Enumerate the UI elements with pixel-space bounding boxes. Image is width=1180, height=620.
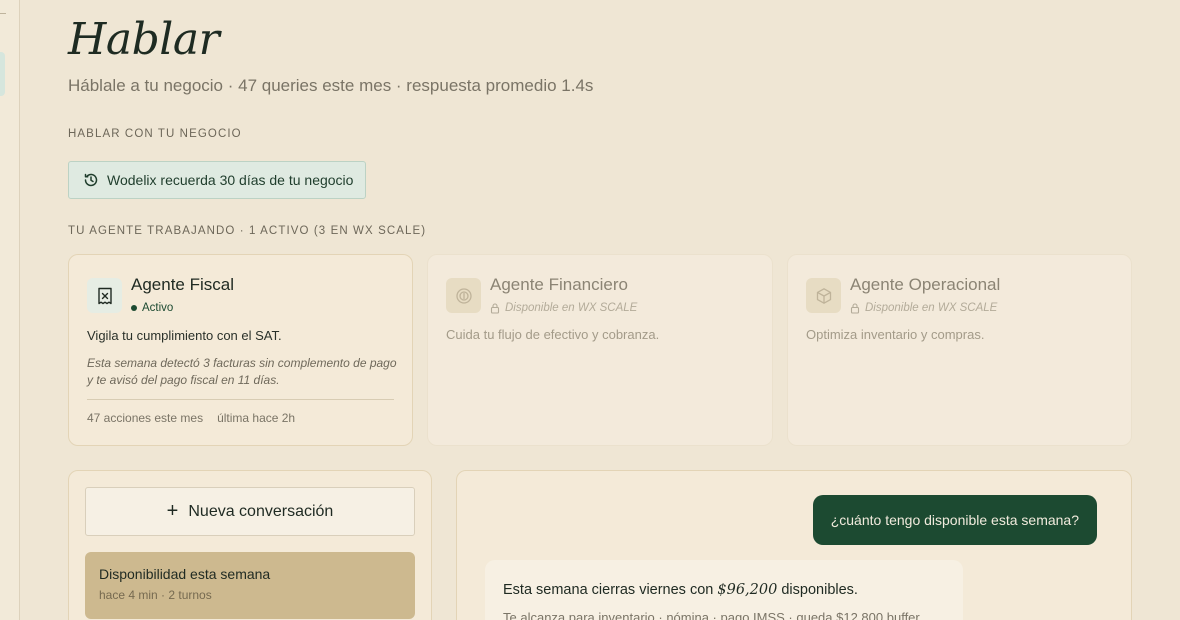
status-label: Activo	[142, 302, 174, 314]
talk-section-label: HABLAR CON TU NEGOCIO	[68, 128, 242, 140]
plus-icon: +	[166, 500, 179, 522]
sidebar-tick	[0, 13, 6, 14]
agent-status: Disponible en WX SCALE	[850, 302, 997, 314]
agents-row: Agente Fiscal Activo Vigila tu cumplimie…	[68, 254, 1132, 446]
agent-actions-count: 47 acciones este mes	[87, 411, 204, 425]
box-icon	[806, 278, 841, 313]
divider	[87, 399, 394, 400]
lock-icon	[850, 302, 860, 314]
page-title: Hablar	[68, 14, 220, 65]
status-dot	[131, 305, 137, 311]
history-icon	[84, 173, 98, 187]
status-label: Disponible en WX SCALE	[865, 302, 998, 314]
agent-last-action: última hace 2h	[217, 411, 296, 425]
agent-card-financiero[interactable]: Agente Financiero Disponible en WX SCALE…	[427, 254, 773, 446]
assistant-summary: Esta semana cierras viernes con $96,200 …	[503, 582, 945, 598]
assistant-suffix: disponibles.	[777, 582, 858, 598]
agent-description: Cuida tu flujo de efectivo y cobranza.	[446, 327, 660, 342]
agent-name: Agente Fiscal	[131, 275, 234, 294]
agent-status: Disponible en WX SCALE	[490, 302, 637, 314]
page-subtitle: Háblale a tu negocio · 47 queries este m…	[68, 76, 594, 95]
memory-pill[interactable]: Wodelix recuerda 30 días de tu negocio	[68, 161, 366, 199]
agent-card-operacional[interactable]: Agente Operacional Disponible en WX SCAL…	[787, 254, 1132, 446]
conversation-meta: hace 4 min · 2 turnos	[99, 588, 212, 602]
agent-name: Agente Financiero	[490, 275, 628, 294]
agent-stats: 47 acciones este mes última hace 2h	[87, 411, 295, 425]
agent-card-fiscal[interactable]: Agente Fiscal Activo Vigila tu cumplimie…	[68, 254, 413, 446]
main-content: Hablar Háblale a tu negocio · 47 queries…	[68, 0, 1132, 620]
new-conversation-button[interactable]: + Nueva conversación	[85, 487, 415, 536]
sidebar-edge	[0, 0, 20, 620]
agent-name: Agente Operacional	[850, 275, 1001, 294]
new-conversation-label: Nueva conversación	[188, 502, 334, 520]
receipt-icon	[87, 278, 122, 313]
assistant-detail: Te alcanza para inventario · nómina · pa…	[503, 610, 920, 620]
conversations-panel: + Nueva conversación Disponibilidad esta…	[68, 470, 432, 620]
conversation-title: Disponibilidad esta semana	[99, 566, 271, 582]
user-message: ¿cuánto tengo disponible esta semana?	[812, 495, 1097, 545]
assistant-message: Esta semana cierras viernes con $96,200 …	[485, 560, 963, 620]
agent-status: Activo	[131, 302, 173, 314]
chat-panel: ¿cuánto tengo disponible esta semana? Es…	[456, 470, 1132, 620]
coin-icon	[446, 278, 481, 313]
agent-description: Optimiza inventario y compras.	[806, 327, 985, 342]
lock-icon	[490, 302, 500, 314]
agent-description: Vigila tu cumplimiento con el SAT.	[87, 328, 282, 343]
conversation-item[interactable]: Disponibilidad esta semana hace 4 min · …	[85, 552, 415, 619]
memory-pill-label: Wodelix recuerda 30 días de tu negocio	[107, 172, 354, 188]
status-label: Disponible en WX SCALE	[505, 302, 638, 314]
agents-section-label: TU AGENTE TRABAJANDO · 1 ACTIVO (3 EN WX…	[68, 225, 427, 237]
assistant-prefix: Esta semana cierras viernes con	[503, 582, 718, 598]
sidebar-active-item[interactable]	[0, 52, 5, 96]
available-amount: $96,200	[717, 582, 778, 598]
agent-note: Esta semana detectó 3 facturas sin compl…	[87, 356, 397, 387]
